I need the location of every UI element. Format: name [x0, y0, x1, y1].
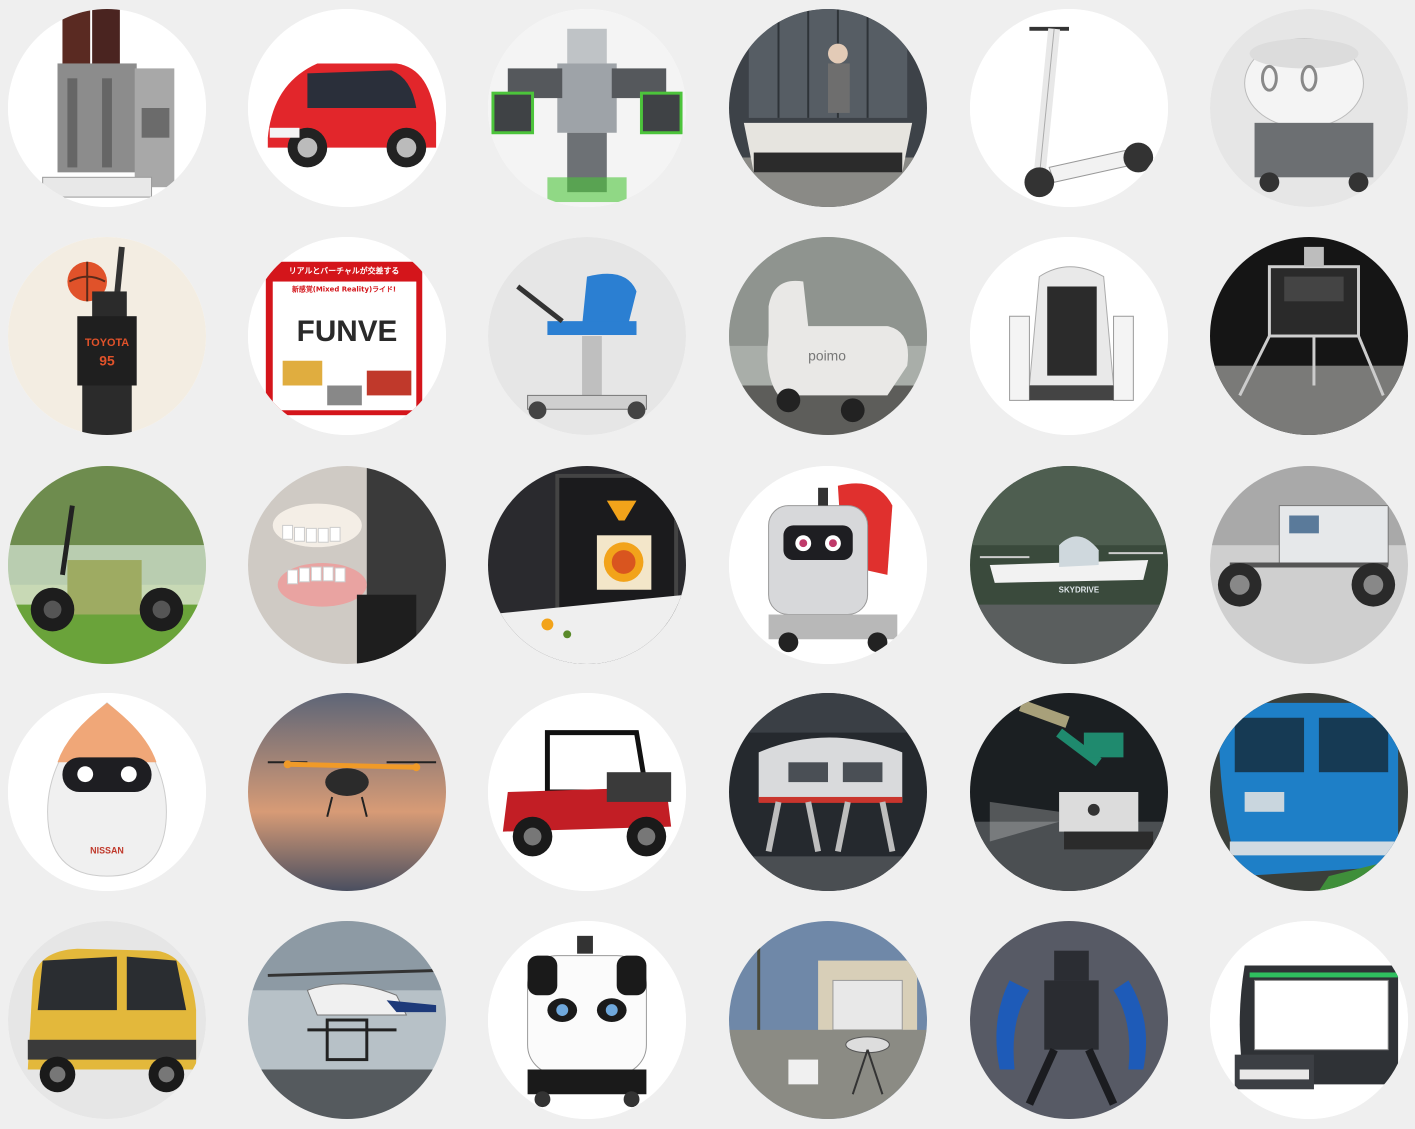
tile-antenna-field-equipment[interactable]	[729, 921, 927, 1119]
jersey-text: TOYOTA	[85, 337, 129, 349]
walking-capsule-image	[729, 693, 927, 891]
pod-shuttle-image	[1210, 921, 1408, 1119]
food-printer-image	[488, 466, 686, 664]
delivery-robot-image	[729, 466, 927, 664]
egg-robot-image: NISSAN	[8, 693, 206, 891]
tile-utility-side-by-side-vehicle[interactable]	[488, 693, 686, 891]
image-gallery: TOYOTA 95 リアルとバーチャルが交差する 新感覚(Mixed Reali…	[0, 0, 1415, 1129]
tile-nissan-egg-robot[interactable]: NISSAN	[8, 693, 206, 891]
tile-poimo-inflatable-wheelchair[interactable]: poimo	[729, 237, 927, 435]
red-car-image	[248, 9, 446, 207]
tile-skydrive-flying-car[interactable]: SKYDRIVE	[970, 466, 1168, 664]
tile-dental-robot-jaw[interactable]	[248, 466, 446, 664]
air-taxi-image	[248, 693, 446, 891]
tile-autonomous-pod-shuttle[interactable]	[1210, 921, 1408, 1119]
tile-folding-ebike-grass[interactable]	[8, 466, 206, 664]
flying-car-image: SKYDRIVE	[970, 466, 1168, 664]
tile-yellow-mini-ev[interactable]	[8, 921, 206, 1119]
yellow-ev-image	[8, 921, 206, 1119]
hydrogen-train-image	[1210, 693, 1408, 891]
tile-bench-mobility-with-woman[interactable]	[729, 9, 927, 207]
panda-robot-image	[488, 921, 686, 1119]
poster-title: FUNVE	[297, 315, 398, 348]
tile-lunar-excavator-robot[interactable]	[970, 693, 1168, 891]
skydrive-label: SKYDRIVE	[1059, 586, 1099, 595]
bench-mobility-image	[729, 9, 927, 207]
tile-delivery-robot-red-seat[interactable]	[729, 466, 927, 664]
tile-food-3d-printer[interactable]	[488, 466, 686, 664]
basketball-robot-image: TOYOTA 95	[8, 237, 206, 435]
humanoid-robot-image	[488, 9, 686, 207]
lunar-lander-image	[1210, 237, 1408, 435]
funve-poster-image: リアルとバーチャルが交差する 新感覚(Mixed Reality)ライド! FU…	[248, 237, 446, 435]
tile-lunar-rover[interactable]	[1210, 466, 1408, 664]
poimo-label: poimo	[808, 348, 846, 364]
utility-vehicle-image	[488, 693, 686, 891]
tile-red-micro-ev-car[interactable]	[248, 9, 446, 207]
tile-unmanned-helicopter[interactable]	[248, 921, 446, 1119]
tile-rice-cooker-robot[interactable]	[1210, 9, 1408, 207]
tile-mech-exoskeleton-robot[interactable]	[970, 921, 1168, 1119]
tile-humanoid-robot-arms[interactable]	[488, 9, 686, 207]
tile-funve-ride-poster[interactable]: リアルとバーチャルが交差する 新感覚(Mixed Reality)ライド! FU…	[248, 237, 446, 435]
antenna-equipment-image	[729, 921, 927, 1119]
tile-single-seat-pod-mobility[interactable]	[970, 237, 1168, 435]
helicopter-image	[248, 921, 446, 1119]
tile-walking-capsule-vehicle[interactable]	[729, 693, 927, 891]
seat-pod-image	[970, 237, 1168, 435]
dental-robot-image	[248, 466, 446, 664]
beverage-dispenser-image	[8, 9, 206, 207]
poster-caption-2: 新感覚(Mixed Reality)ライド!	[292, 284, 396, 293]
mech-robot-image	[970, 921, 1168, 1119]
tile-mobility-chair-blue[interactable]	[488, 237, 686, 435]
rice-cooker-robot-image	[1210, 9, 1408, 207]
tile-lunar-lander[interactable]	[1210, 237, 1408, 435]
mobility-chair-image	[488, 237, 686, 435]
svg-text:95: 95	[99, 353, 115, 369]
tile-evtol-air-taxi[interactable]	[248, 693, 446, 891]
excavator-robot-image	[970, 693, 1168, 891]
nissan-label: NISSAN	[90, 845, 124, 855]
poimo-wheelchair-image: poimo	[729, 237, 927, 435]
tile-beverage-dispenser-machine[interactable]	[8, 9, 206, 207]
tile-blue-hydrogen-train[interactable]	[1210, 693, 1408, 891]
folding-ebike-image	[8, 466, 206, 664]
kick-scooter-image	[970, 9, 1168, 207]
lunar-rover-image	[1210, 466, 1408, 664]
tile-basketball-robot[interactable]: TOYOTA 95	[8, 237, 206, 435]
poster-caption-1: リアルとバーチャルが交差する	[289, 266, 400, 276]
tile-electric-kick-scooter[interactable]	[970, 9, 1168, 207]
tile-panda-delivery-robot[interactable]	[488, 921, 686, 1119]
